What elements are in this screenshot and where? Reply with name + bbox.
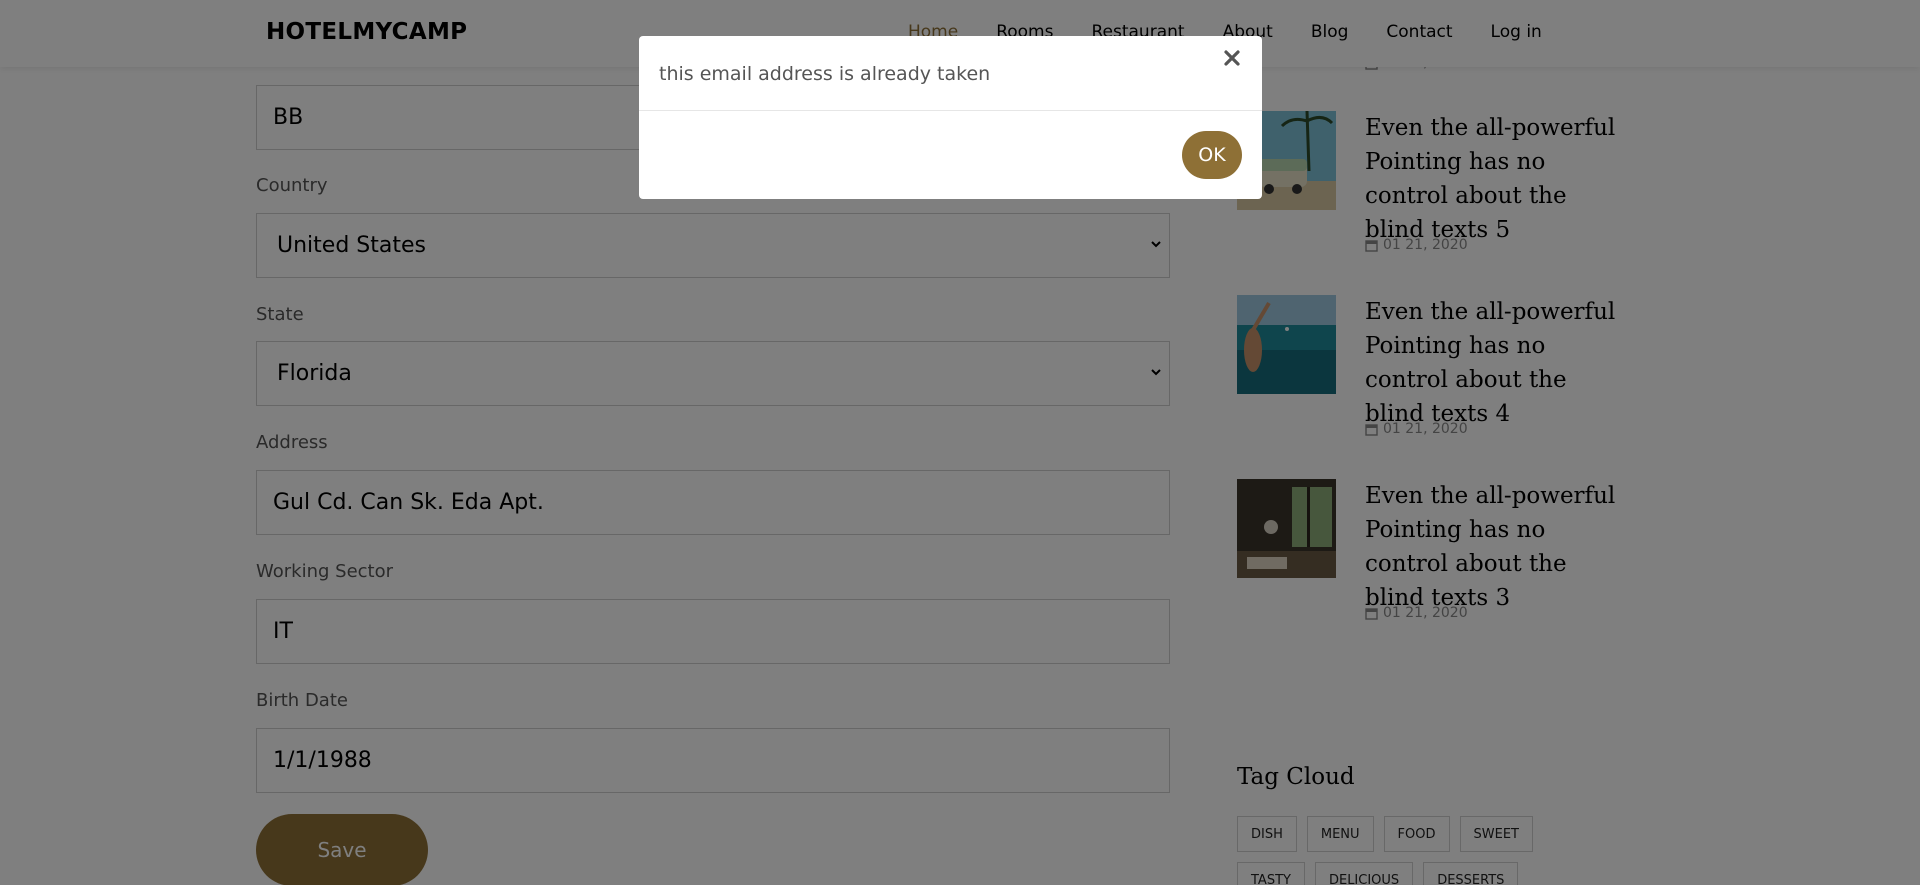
- alert-dialog: this email address is already taken OK: [639, 36, 1262, 199]
- modal-divider: [639, 110, 1262, 111]
- alert-message: this email address is already taken: [659, 63, 991, 85]
- close-icon[interactable]: [1222, 48, 1242, 68]
- ok-button[interactable]: OK: [1182, 131, 1242, 179]
